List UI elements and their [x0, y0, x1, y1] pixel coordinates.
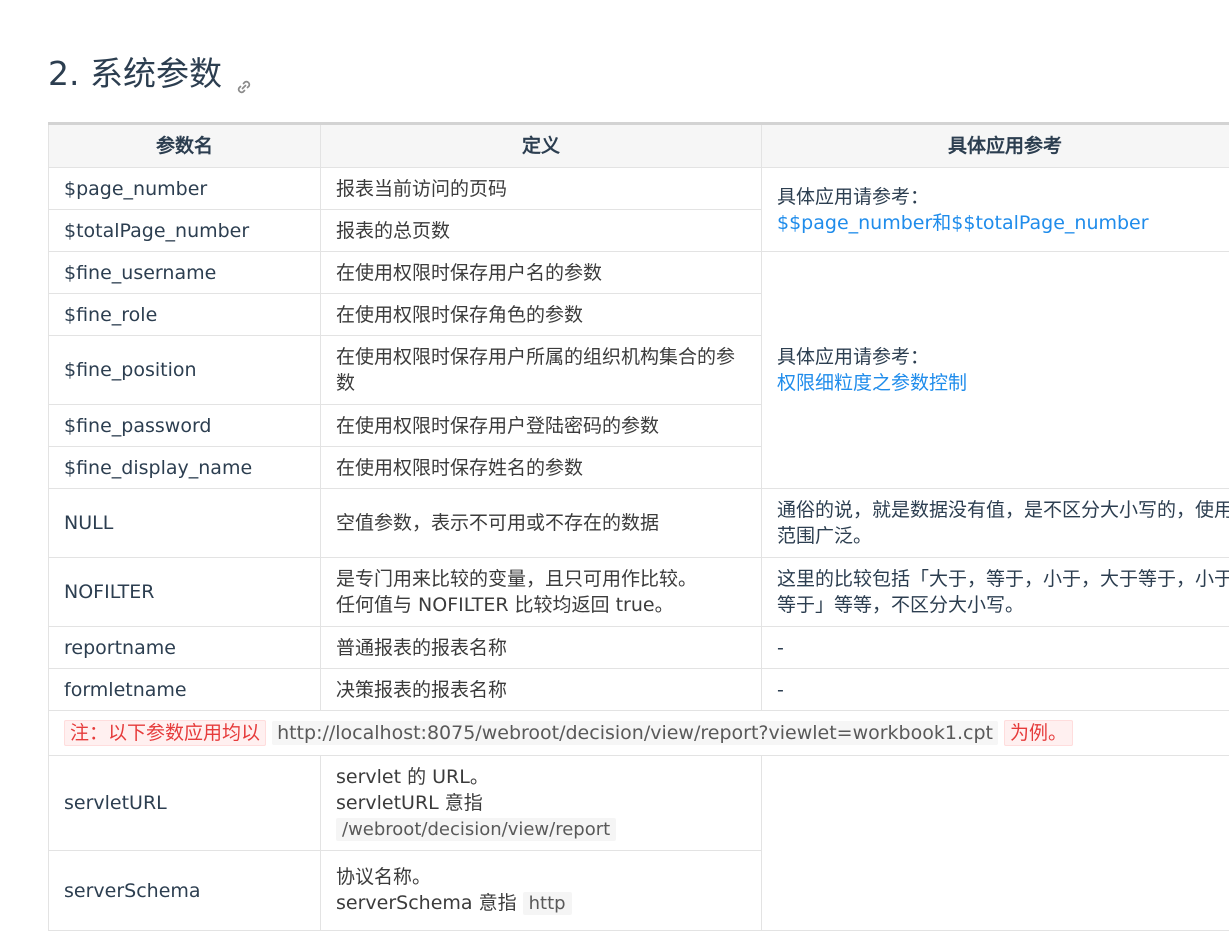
column-header-name: 参数名: [49, 124, 321, 168]
param-definition: 空值参数，表示不可用或不存在的数据: [321, 489, 762, 558]
definition-line: servlet 的 URL。: [336, 764, 746, 790]
param-definition: 在使用权限时保存用户名的参数: [321, 252, 762, 294]
param-name: NOFILTER: [49, 558, 321, 627]
note-prefix: 注：以下参数应用均以: [64, 720, 266, 746]
param-name: $fine_role: [49, 294, 321, 336]
table-row: formletname 决策报表的报表名称 -: [49, 669, 1229, 711]
table-row: $page_number 报表当前访问的页码 具体应用请参考： $$page_n…: [49, 168, 1229, 210]
param-name: $page_number: [49, 168, 321, 210]
param-name: $fine_display_name: [49, 447, 321, 489]
param-definition: 在使用权限时保存角色的参数: [321, 294, 762, 336]
param-name: $fine_username: [49, 252, 321, 294]
column-header-definition: 定义: [321, 124, 762, 168]
definition-line: 协议名称。: [336, 864, 746, 890]
param-definition: 报表当前访问的页码: [321, 168, 762, 210]
param-definition: 普通报表的报表名称: [321, 627, 762, 669]
note-cell: 注：以下参数应用均以 http://localhost:8075/webroot…: [49, 711, 1229, 756]
section-heading: 2. 系统参数: [48, 52, 254, 96]
param-name: $fine_position: [49, 336, 321, 405]
definition-line: 是专门用来比较的变量，且只可用作比较。: [336, 566, 746, 592]
param-name: serverSchema: [49, 851, 321, 931]
param-name: $fine_password: [49, 405, 321, 447]
reference-link-page-number[interactable]: $$page_number和$$totalPage_number: [777, 212, 1149, 234]
reference-link-permission[interactable]: 权限细粒度之参数控制: [777, 372, 967, 394]
section-title: 2. 系统参数: [48, 54, 222, 93]
definition-code: /webroot/decision/view/report: [336, 818, 616, 841]
definition-line: 任何值与 NOFILTER 比较均返回 true。: [336, 592, 746, 618]
parameters-table: 参数名 定义 具体应用参考 $page_number 报表当前访问的页码 具体应…: [48, 122, 1229, 931]
reference-prefix: 具体应用请参考：: [777, 184, 1229, 210]
reference-prefix: 具体应用请参考：: [777, 344, 1229, 370]
param-reference: [762, 756, 1229, 931]
param-reference: 通俗的说，就是数据没有值，是不区分大小写的，使用范围广泛。: [762, 489, 1229, 558]
note-url: http://localhost:8075/webroot/decision/v…: [272, 721, 998, 745]
param-name: NULL: [49, 489, 321, 558]
param-reference: -: [762, 627, 1229, 669]
param-definition: 在使用权限时保存用户登陆密码的参数: [321, 405, 762, 447]
param-name: reportname: [49, 627, 321, 669]
definition-line: servletURL 意指: [336, 790, 746, 816]
param-definition: servlet 的 URL。 servletURL 意指 /webroot/de…: [321, 756, 762, 851]
param-definition: 在使用权限时保存姓名的参数: [321, 447, 762, 489]
param-name: $totalPage_number: [49, 210, 321, 252]
table-note-row: 注：以下参数应用均以 http://localhost:8075/webroot…: [49, 711, 1229, 756]
param-definition: 报表的总页数: [321, 210, 762, 252]
link-icon[interactable]: [234, 64, 254, 84]
table-header-row: 参数名 定义 具体应用参考: [49, 124, 1229, 168]
param-name: formletname: [49, 669, 321, 711]
table-row: servletURL servlet 的 URL。 servletURL 意指 …: [49, 756, 1229, 851]
param-reference: 这里的比较包括「大于，等于，小于，大于等于，小于等于」等等，不区分大小写。: [762, 558, 1229, 627]
param-reference: 具体应用请参考： $$page_number和$$totalPage_numbe…: [762, 168, 1229, 252]
table-row: $fine_username 在使用权限时保存用户名的参数 具体应用请参考： 权…: [49, 252, 1229, 294]
table-row: NOFILTER 是专门用来比较的变量，且只可用作比较。 任何值与 NOFILT…: [49, 558, 1229, 627]
param-definition: 决策报表的报表名称: [321, 669, 762, 711]
param-reference: 具体应用请参考： 权限细粒度之参数控制: [762, 252, 1229, 489]
definition-line: serverSchema 意指: [336, 892, 517, 914]
definition-code: http: [523, 892, 572, 915]
column-header-reference: 具体应用参考: [762, 124, 1229, 168]
param-definition: 是专门用来比较的变量，且只可用作比较。 任何值与 NOFILTER 比较均返回 …: [321, 558, 762, 627]
note-suffix: 为例。: [1004, 720, 1073, 746]
table-row: NULL 空值参数，表示不可用或不存在的数据 通俗的说，就是数据没有值，是不区分…: [49, 489, 1229, 558]
param-definition: 协议名称。 serverSchema 意指 http: [321, 851, 762, 931]
param-name: servletURL: [49, 756, 321, 851]
param-definition: 在使用权限时保存用户所属的组织机构集合的参数: [321, 336, 762, 405]
param-reference: -: [762, 669, 1229, 711]
table-row: reportname 普通报表的报表名称 -: [49, 627, 1229, 669]
